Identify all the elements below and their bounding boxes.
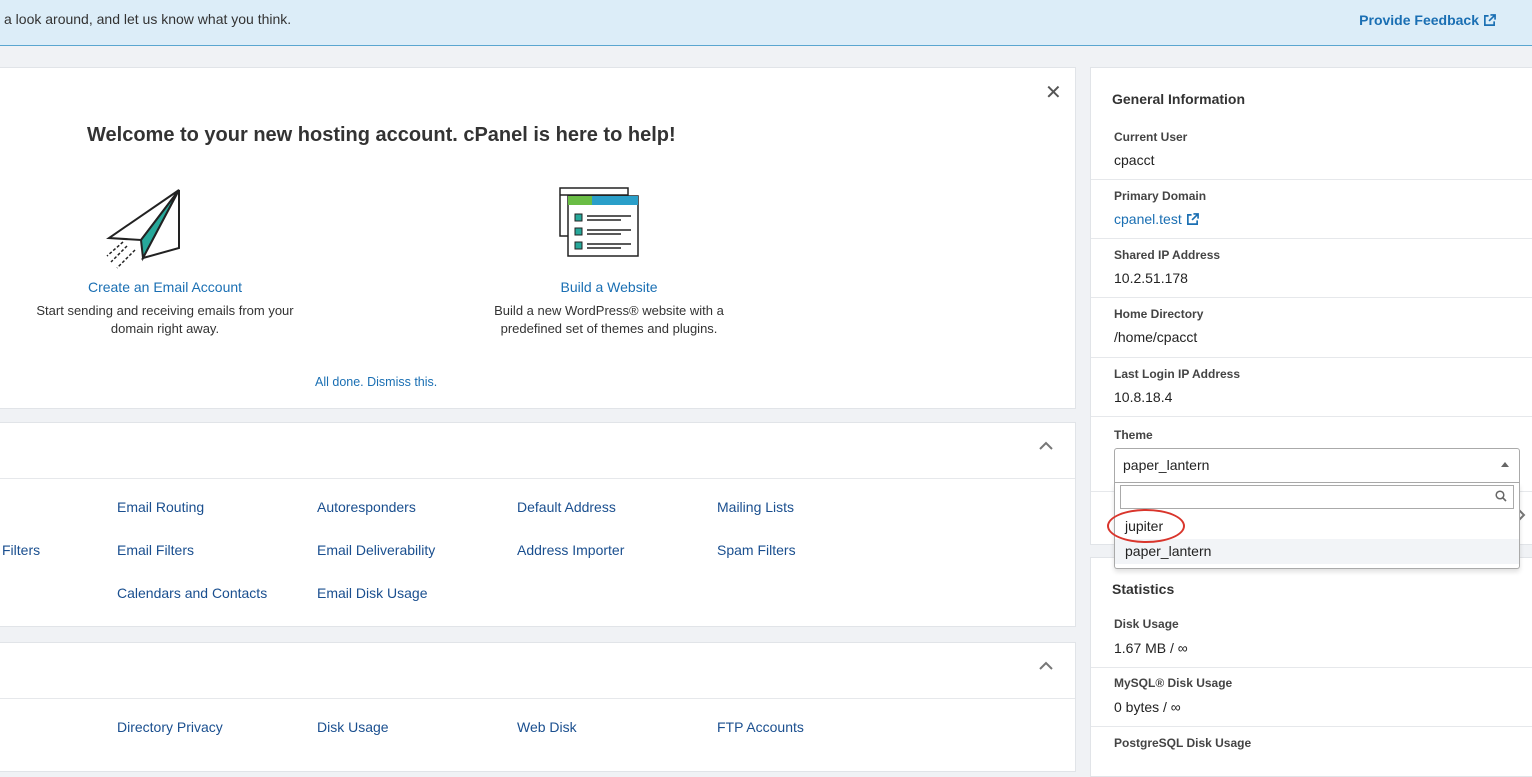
general-information-title: General Information — [1112, 91, 1246, 107]
email-account-card: Create an Email Account Start sending an… — [9, 279, 321, 338]
build-website-link[interactable]: Build a Website — [464, 279, 754, 295]
theme-label: Theme — [1114, 428, 1153, 442]
theme-option-paper-lantern[interactable]: paper_lantern — [1115, 539, 1519, 564]
email-section: Email Routing Autoresponders Default Add… — [0, 422, 1076, 627]
home-directory-label: Home Directory — [1114, 307, 1204, 321]
divider — [1091, 179, 1532, 180]
theme-search-input[interactable] — [1120, 485, 1514, 509]
shared-ip-label: Shared IP Address — [1114, 248, 1221, 262]
mysql-disk-usage-label: MySQL® Disk Usage — [1114, 676, 1233, 690]
mailing-lists-link[interactable]: Mailing Lists — [717, 499, 794, 515]
divider — [1091, 238, 1532, 239]
theme-dropdown: jupiter paper_lantern — [1114, 483, 1520, 569]
divider — [1091, 726, 1532, 727]
autoresponders-link[interactable]: Autoresponders — [317, 499, 416, 515]
home-directory-value: /home/cpacct — [1114, 329, 1198, 345]
section-header[interactable] — [0, 643, 1075, 699]
postgresql-disk-usage-label: PostgreSQL Disk Usage — [1114, 736, 1252, 750]
calendars-contacts-link[interactable]: Calendars and Contacts — [117, 585, 267, 601]
web-disk-link[interactable]: Web Disk — [517, 719, 577, 735]
caret-up-icon — [1501, 462, 1509, 467]
card-description: Build a new WordPress® website with a pr… — [494, 303, 724, 336]
divider — [1091, 667, 1532, 668]
default-address-link[interactable]: Default Address — [517, 499, 616, 515]
chevron-up-icon[interactable] — [1039, 661, 1053, 671]
statistics-panel: Statistics Disk Usage 1.67 MB / ∞ MySQL®… — [1090, 557, 1532, 777]
chevron-up-icon[interactable] — [1039, 441, 1053, 451]
disk-usage-value: 1.67 MB / ∞ — [1114, 640, 1188, 656]
banner-text: a look around, and let us know what you … — [4, 11, 292, 27]
theme-select[interactable]: paper_lantern — [1114, 448, 1520, 483]
search-icon — [1495, 490, 1507, 502]
welcome-title: Welcome to your new hosting account. cPa… — [87, 124, 676, 146]
dismiss-link[interactable]: All done. Dismiss this. — [315, 375, 437, 389]
shared-ip-value: 10.2.51.178 — [1114, 270, 1188, 286]
spam-filters-link[interactable]: Spam Filters — [717, 542, 796, 558]
ftp-accounts-link[interactable]: FTP Accounts — [717, 719, 804, 735]
statistics-title: Statistics — [1112, 581, 1175, 597]
announcement-banner: a look around, and let us know what you … — [0, 0, 1532, 46]
card-description: Start sending and receiving emails from … — [36, 303, 294, 336]
global-filters-link[interactable]: Filters — [2, 542, 40, 558]
disk-usage-link[interactable]: Disk Usage — [317, 719, 389, 735]
theme-selected-value: paper_lantern — [1123, 457, 1210, 473]
provide-feedback-link[interactable]: Provide Feedback — [1359, 12, 1496, 28]
email-disk-usage-link[interactable]: Email Disk Usage — [317, 585, 427, 601]
primary-domain-link[interactable]: cpanel.test — [1114, 211, 1199, 227]
directory-privacy-link[interactable]: Directory Privacy — [117, 719, 223, 735]
email-routing-link[interactable]: Email Routing — [117, 499, 204, 515]
divider — [1091, 357, 1532, 358]
email-deliverability-link[interactable]: Email Deliverability — [317, 542, 435, 558]
create-email-account-link[interactable]: Create an Email Account — [9, 279, 321, 295]
close-icon[interactable]: ✕ — [1045, 80, 1062, 105]
external-link-icon — [1186, 212, 1199, 225]
build-website-card: Build a Website Build a new WordPress® w… — [464, 279, 754, 338]
mysql-disk-usage-value: 0 bytes / ∞ — [1114, 699, 1181, 715]
feedback-label: Provide Feedback — [1359, 12, 1479, 28]
welcome-panel: ✕ Welcome to your new hosting account. c… — [0, 67, 1076, 409]
primary-domain-label: Primary Domain — [1114, 189, 1207, 203]
current-user-value: cpacct — [1114, 152, 1155, 168]
website-builder-icon — [559, 187, 639, 257]
email-filters-link[interactable]: Email Filters — [117, 542, 194, 558]
divider — [1091, 297, 1532, 298]
current-user-label: Current User — [1114, 130, 1188, 144]
external-link-icon — [1484, 13, 1496, 26]
divider — [1091, 416, 1532, 417]
theme-option-jupiter[interactable]: jupiter — [1115, 514, 1519, 539]
paper-plane-icon — [106, 189, 180, 269]
last-login-ip-value: 10.8.18.4 — [1114, 389, 1173, 405]
section-header[interactable] — [0, 423, 1075, 479]
disk-usage-label: Disk Usage — [1114, 617, 1179, 631]
address-importer-link[interactable]: Address Importer — [517, 542, 624, 558]
last-login-ip-label: Last Login IP Address — [1114, 367, 1241, 381]
